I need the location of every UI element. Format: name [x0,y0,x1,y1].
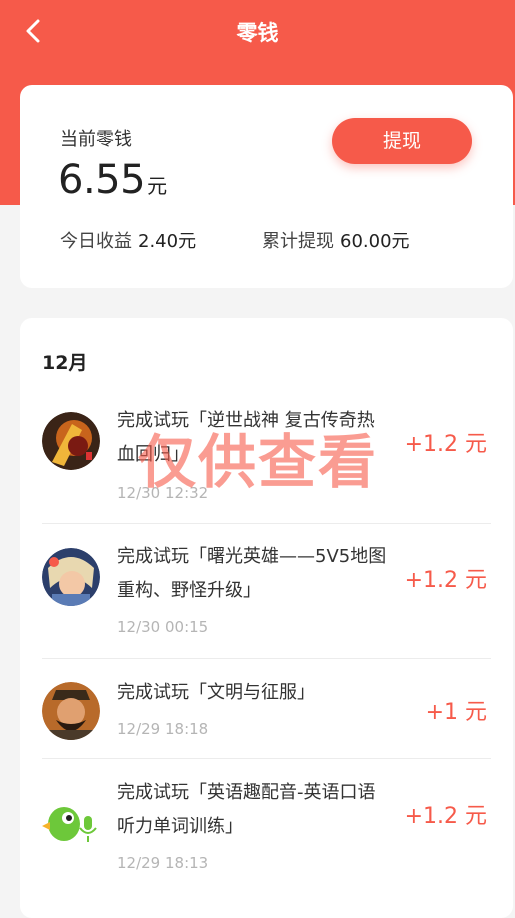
item-time: 12/29 18:13 [117,854,209,872]
total-withdrawn-value: 60.00元 [340,231,410,252]
list-item[interactable]: 完成试玩「英语趣配音-英语口语听力单词训练」 12/29 18:13 +1.2 … [20,776,513,886]
item-amount: +1.2 元 [404,432,487,457]
balance-value: 6.55 [58,157,146,203]
green-parrot-icon [42,794,100,852]
withdraw-button[interactable]: 提现 [332,118,472,164]
item-time: 12/30 00:15 [117,618,209,636]
month-header: 12月 [42,352,88,374]
total-withdrawn-label: 累计提现 [262,231,334,252]
today-earnings-label: 今日收益 [60,231,132,252]
divider [42,658,491,659]
item-title: 完成试玩「文明与征服」 [117,682,315,703]
balance-unit: 元 [147,174,167,198]
game-warrior-avatar-icon [42,412,100,470]
divider [42,758,491,759]
game-hero-avatar-icon [42,548,100,606]
today-earnings: 今日收益 2.40元 [60,227,196,253]
item-title: 完成试玩「英语趣配音-英语口语听力单词训练」 [117,782,376,837]
page-title: 零钱 [236,21,279,45]
balance-label: 当前零钱 [60,129,132,150]
list-item[interactable]: 完成试玩「文明与征服」 12/29 18:18 +1 元 [20,676,513,756]
item-amount: +1.2 元 [404,804,487,829]
list-item[interactable]: 完成试玩「曙光英雄——5V5地图重构、野怪升级」 12/30 00:15 +1.… [20,540,513,650]
records-card: 12月 完成试玩「逆世战神 复古传奇热血回归」 12/30 12:32 +1.2… [20,318,513,918]
list-item[interactable]: 完成试玩「逆世战神 复古传奇热血回归」 12/30 12:32 +1.2 元 [20,404,513,514]
item-amount: +1.2 元 [404,568,487,593]
item-time: 12/29 18:18 [117,720,209,738]
game-general-avatar-icon [42,682,100,740]
balance-card: 当前零钱 6.55 元 提现 今日收益 2.40元 累计提现 60.00元 [20,85,513,288]
item-time: 12/30 12:32 [117,484,209,502]
total-withdrawn: 累计提现 60.00元 [262,227,410,253]
balance-amount: 6.55 元 [58,157,167,203]
item-title: 完成试玩「曙光英雄——5V5地图重构、野怪升级」 [117,546,387,601]
nav-bar: 零钱 [0,0,515,62]
today-earnings-value: 2.40元 [138,231,197,252]
item-amount: +1 元 [425,700,487,725]
divider [42,523,491,524]
item-title: 完成试玩「逆世战神 复古传奇热血回归」 [117,410,375,465]
